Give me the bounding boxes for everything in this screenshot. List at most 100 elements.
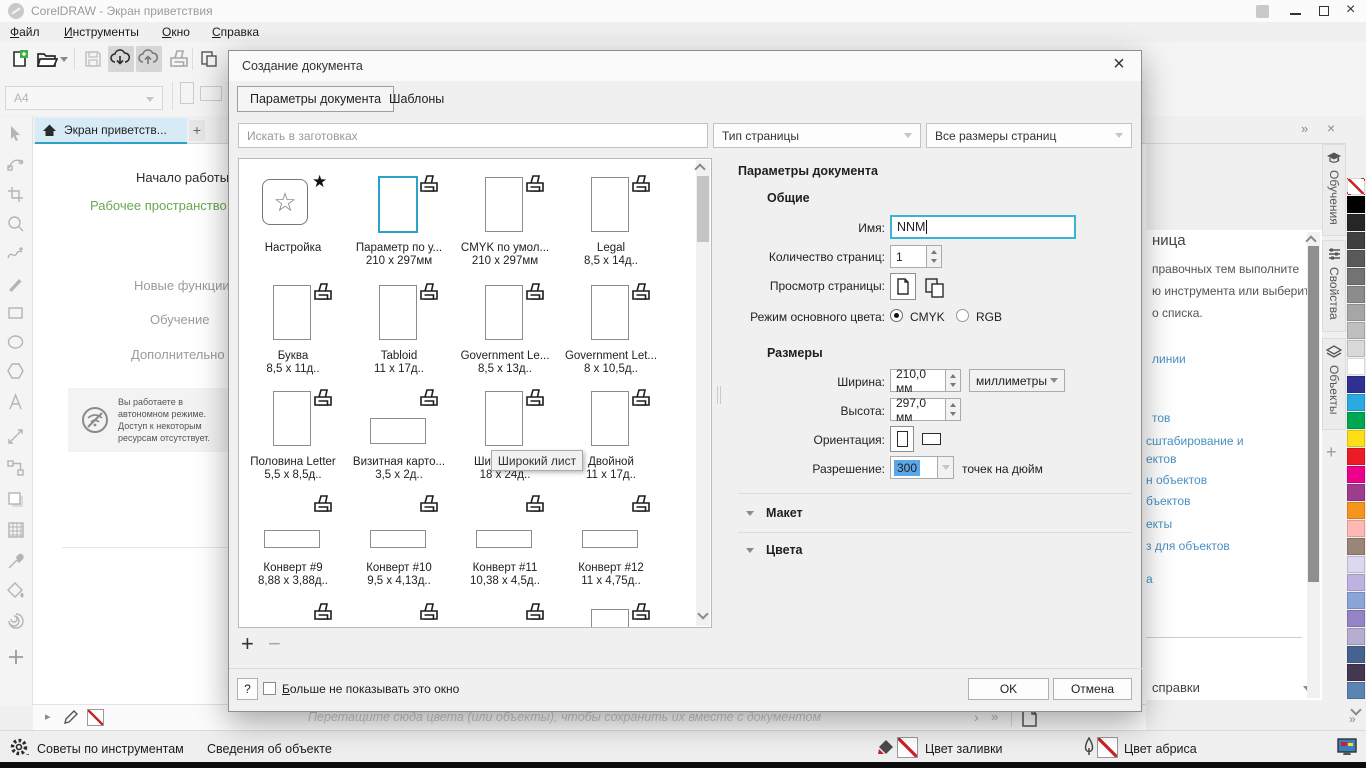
color-swatch[interactable] <box>1347 448 1365 465</box>
page-size-filter[interactable]: Все размеры страниц <box>926 123 1132 148</box>
save-icon[interactable] <box>80 46 106 72</box>
color-swatch[interactable] <box>1347 340 1365 357</box>
maximize-icon[interactable] <box>1319 6 1329 16</box>
height-stepper[interactable] <box>945 398 961 421</box>
color-swatch[interactable] <box>1347 412 1365 429</box>
pages-field[interactable]: 1 <box>890 245 927 268</box>
rectangle-tool-icon[interactable] <box>6 303 26 323</box>
docker-link[interactable]: бъектов <box>1146 494 1190 508</box>
landscape-orientation-button[interactable] <box>922 433 941 445</box>
print-icon[interactable] <box>166 46 192 72</box>
color-swatch[interactable] <box>1347 430 1365 447</box>
color-swatch[interactable] <box>1347 394 1365 411</box>
pages-stepper[interactable] <box>926 245 942 268</box>
cancel-button[interactable]: Отмена <box>1053 678 1132 700</box>
preset-envelope-11[interactable]: Конверт #11 10,38 x 4,5д.. <box>452 492 558 597</box>
color-swatch[interactable] <box>1347 232 1365 249</box>
menu-window[interactable]: Окно <box>162 25 190 39</box>
minimize-icon[interactable] <box>1290 13 1301 15</box>
text-tool-icon[interactable] <box>6 392 26 412</box>
color-swatch[interactable] <box>1347 664 1365 681</box>
welcome-nav-more[interactable]: Дополнительно <box>131 347 225 362</box>
color-swatch[interactable] <box>1347 610 1365 627</box>
outline-color-swatch[interactable] <box>1097 737 1118 758</box>
search-input[interactable] <box>238 123 708 148</box>
page-type-filter[interactable]: Тип страницы <box>713 123 921 148</box>
preset-envelope-12[interactable]: Конверт #12 11 x 4,75д.. <box>558 492 664 597</box>
colors-section-header[interactable]: Цвета <box>766 543 803 557</box>
welcome-nav-getting-started[interactable]: Начало работы <box>136 170 229 185</box>
remove-preset-icon[interactable]: − <box>268 631 281 657</box>
menu-tools[interactable]: Инструменты <box>64 25 139 39</box>
color-swatch[interactable] <box>1347 628 1365 645</box>
dimension-tool-icon[interactable] <box>6 427 26 447</box>
docker-expand-icon[interactable]: » <box>1301 121 1308 136</box>
docker-link[interactable]: тов <box>1152 411 1170 425</box>
preset-broadsheet[interactable]: Шир 18 x 24д.. <box>452 386 558 491</box>
welcome-nav-workspace[interactable]: Рабочее пространство <box>90 198 227 213</box>
palette-more-icon[interactable]: » <box>1349 712 1356 726</box>
width-field[interactable]: 210,0 мм <box>890 369 946 392</box>
cloud-download-icon[interactable] <box>108 46 134 72</box>
preset-business-card[interactable]: Визитная карто... 3,5 x 2д.. <box>346 386 452 491</box>
cloud-upload-icon[interactable] <box>136 46 162 72</box>
color-swatch[interactable] <box>1347 538 1365 555</box>
scroll-up-icon[interactable] <box>694 163 705 174</box>
color-swatch[interactable] <box>1347 304 1365 321</box>
color-swatch[interactable] <box>1347 520 1365 537</box>
docker-tab-properties[interactable]: Свойства <box>1322 240 1346 332</box>
portrait-page-icon[interactable] <box>180 82 194 104</box>
dialog-close-icon[interactable]: × <box>1107 53 1131 76</box>
fill-tool-icon[interactable] <box>6 580 26 600</box>
preset-cmyk-default[interactable]: CMYK по умол... 210 x 297мм <box>452 172 558 277</box>
rgb-radio[interactable] <box>956 309 969 322</box>
close-icon[interactable]: × <box>1346 1 1355 19</box>
units-combo[interactable]: миллиметры <box>969 369 1065 392</box>
gear-icon[interactable] <box>9 737 31 759</box>
welcome-nav-learning[interactable]: Обучение <box>150 312 209 327</box>
scroll-down-icon[interactable] <box>697 608 708 619</box>
welcome-nav-new-features[interactable]: Новые функции <box>134 278 230 293</box>
color-swatch[interactable] <box>1347 376 1365 393</box>
palette-expander-icon[interactable]: ▸ <box>45 710 51 723</box>
menu-file[interactable]: Файл <box>10 25 40 39</box>
fill-color-swatch[interactable] <box>897 737 918 758</box>
docker-link[interactable]: ектов <box>1146 452 1176 466</box>
add-tool-icon[interactable] <box>6 647 26 667</box>
drop-shadow-tool-icon[interactable] <box>6 490 26 510</box>
docker-scrollbar[interactable] <box>1307 232 1320 698</box>
single-page-view-button[interactable] <box>890 273 916 300</box>
crop-tool-icon[interactable] <box>6 185 26 205</box>
eyedropper-tool-icon[interactable] <box>6 551 26 571</box>
color-swatch[interactable] <box>1347 358 1365 375</box>
color-swatch[interactable] <box>1347 574 1365 591</box>
color-swatch[interactable] <box>1347 682 1365 699</box>
ellipse-tool-icon[interactable] <box>6 332 26 352</box>
color-swatch[interactable] <box>1347 196 1365 213</box>
color-swatch[interactable] <box>1347 502 1365 519</box>
shape-tool-icon[interactable] <box>6 154 26 174</box>
docker-help-dropdown[interactable]: справки <box>1152 680 1200 695</box>
new-tab-button[interactable]: + <box>189 120 205 141</box>
name-field[interactable]: NNM <box>890 215 1076 239</box>
zoom-tool-icon[interactable] <box>6 214 26 234</box>
pick-tool-icon[interactable] <box>6 124 26 144</box>
docker-link[interactable]: екты <box>1146 517 1172 531</box>
docker-link[interactable]: н объектов <box>1146 473 1207 487</box>
dont-show-label[interactable]: Больше не показывать это окно <box>282 682 459 696</box>
tab-templates[interactable]: Шаблоны <box>377 86 456 112</box>
docker-link[interactable]: з для объектов <box>1146 539 1230 553</box>
color-swatch[interactable] <box>1347 484 1365 501</box>
color-swatch[interactable] <box>1347 466 1365 483</box>
width-stepper[interactable] <box>945 369 961 392</box>
docker-tab-learn[interactable]: Обучения <box>1322 144 1346 236</box>
preset-default[interactable]: Параметр по у... 210 x 297мм <box>346 172 452 277</box>
polygon-tool-icon[interactable] <box>6 361 26 381</box>
color-swatch[interactable] <box>1347 268 1365 285</box>
layout-section-chevron-icon[interactable] <box>746 511 754 516</box>
docker-link[interactable]: а <box>1146 572 1153 586</box>
color-swatch[interactable] <box>1347 250 1365 267</box>
docker-close-icon[interactable]: × <box>1327 120 1335 136</box>
preset-government-legal[interactable]: Government Le... 8,5 x 13д.. <box>452 280 558 385</box>
color-swatch[interactable] <box>1347 286 1365 303</box>
